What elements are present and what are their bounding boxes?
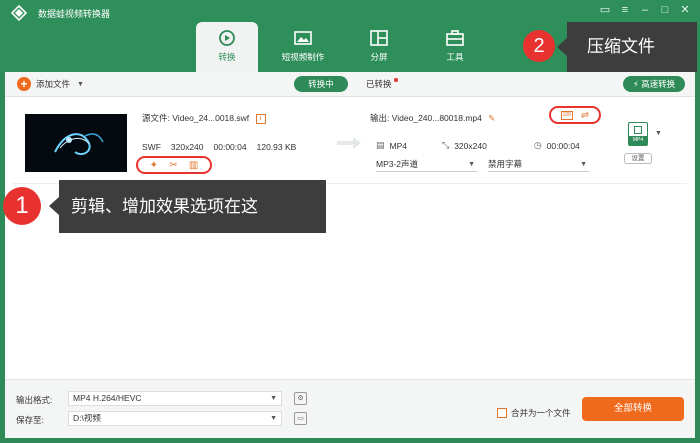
- tab-converted[interactable]: 已转换: [366, 78, 398, 90]
- source-duration: 00:00:04: [213, 142, 247, 152]
- save-to-select[interactable]: D:\视频 ▼: [68, 411, 282, 426]
- resize-icon: ⤡: [442, 140, 450, 150]
- output-filename: Video_240...80018.mp4: [391, 113, 482, 123]
- format-badge-label: MP4: [629, 136, 647, 145]
- video-thumbnail[interactable]: [25, 114, 127, 172]
- convert-all-button[interactable]: 全部转换: [582, 397, 684, 421]
- tab-tools-label: 工具: [446, 52, 464, 62]
- source-label: 源文件:: [142, 113, 170, 123]
- high-speed-convert-button[interactable]: ⚡ 高速转换: [623, 76, 685, 92]
- audio-track-select[interactable]: MP3-2声道 ▼: [376, 158, 477, 172]
- chat-icon[interactable]: ▭: [598, 3, 612, 17]
- tab-short-video-label: 短视频制作: [281, 52, 325, 62]
- tab-split-screen[interactable]: 分屏: [348, 22, 410, 72]
- window-bottom-border: [0, 438, 700, 443]
- merge-option[interactable]: 合并为一个文件: [497, 407, 571, 419]
- source-meta: SWF 320x240 00:00:04 120.93 KB: [142, 142, 296, 152]
- output-format-label: 输出格式:: [16, 395, 53, 405]
- chevron-down-icon: ▼: [580, 161, 587, 168]
- plus-icon: +: [17, 77, 31, 91]
- subtitle-value: 禁用字幕: [488, 159, 523, 169]
- chevron-down-icon[interactable]: ▼: [655, 130, 662, 137]
- chevron-down-icon: ▼: [270, 395, 277, 402]
- output-format-meta: ▤ MP4: [376, 140, 407, 151]
- tab-short-video[interactable]: 短视频制作: [272, 22, 334, 72]
- main-nav-tabs: 转换 短视频制作 分屏 工具: [196, 22, 500, 72]
- info-icon[interactable]: i: [255, 113, 266, 124]
- video-file-icon: [634, 126, 642, 134]
- tab-converting[interactable]: 转换中: [294, 76, 348, 92]
- app-logo-icon: [11, 5, 27, 21]
- edit-options-group: ✦ ✂ ▥: [136, 156, 212, 174]
- format-settings-icon[interactable]: ⚙: [294, 392, 307, 405]
- compress-icon[interactable]: 108: [560, 110, 573, 120]
- trim-icon[interactable]: ▥: [189, 160, 198, 171]
- chevron-down-icon[interactable]: ▼: [77, 81, 84, 88]
- arrow-right-icon: [337, 137, 361, 149]
- settings-button[interactable]: 设置: [624, 153, 652, 164]
- source-resolution: 320x240: [170, 142, 204, 152]
- output-file-info: 输出: Video_240...80018.mp4 ✎: [370, 112, 495, 124]
- output-label: 输出:: [370, 113, 390, 123]
- save-to-value: D:\视频: [73, 413, 101, 423]
- compress-controls-group: 108 ⇌: [549, 106, 601, 124]
- footer: 输出格式: MP4 H.264/HEVC ▼ ⚙ 保存至: D:\视频 ▼ ▭ …: [5, 379, 695, 438]
- close-icon[interactable]: ✕: [678, 3, 692, 17]
- output-resolution: 320x240: [454, 140, 487, 151]
- file-item: 源文件: Video_24...0018.swf i SWF 320x240 0…: [13, 104, 687, 184]
- split-adjust-icon[interactable]: ⇌: [581, 110, 589, 121]
- add-file-button[interactable]: + 添加文件 ▼: [17, 77, 84, 91]
- tab-convert[interactable]: 转换: [196, 22, 258, 72]
- subtitle-select[interactable]: 禁用字幕 ▼: [488, 158, 589, 172]
- add-file-label: 添加文件: [36, 79, 71, 89]
- effects-wand-icon[interactable]: ✦: [150, 160, 158, 171]
- callout-2-text: 压缩文件: [557, 22, 697, 72]
- source-filename: Video_24...0018.swf: [172, 113, 250, 123]
- callout-1-text: 剪辑、增加效果选项在这: [49, 180, 326, 233]
- folder-icon[interactable]: ▭: [294, 412, 307, 425]
- tab-convert-label: 转换: [218, 52, 236, 62]
- app-title: 数据蛙视频转换器: [38, 9, 111, 19]
- merge-label: 合并为一个文件: [511, 408, 571, 418]
- cut-scissors-icon[interactable]: ✂: [169, 160, 177, 171]
- output-format-badge[interactable]: MP4: [628, 122, 648, 146]
- output-resolution-meta: ⤡ 320x240: [442, 140, 487, 151]
- audio-track-value: MP3-2声道: [376, 159, 419, 169]
- output-meta: ▤ MP4 ⤡ 320x240 ◷ 00:00:04: [370, 140, 580, 151]
- source-size: 120.93 KB: [256, 142, 297, 152]
- output-format: MP4: [389, 140, 407, 151]
- photo-icon: [294, 31, 312, 45]
- toolbar: + 添加文件 ▼ 转换中 已转换 ⚡ 高速转换: [5, 72, 695, 97]
- output-duration-meta: ◷ 00:00:04: [534, 140, 580, 151]
- save-to-label: 保存至:: [16, 415, 44, 425]
- split-screen-icon: [370, 30, 388, 46]
- lightning-icon: ⚡: [632, 79, 639, 89]
- callout-1-number: 1: [3, 187, 41, 225]
- tab-split-screen-label: 分屏: [370, 52, 388, 62]
- tab-converted-label: 已转换: [366, 79, 392, 89]
- output-format-value: MP4 H.264/HEVC: [73, 393, 142, 403]
- callout-2-number: 2: [523, 30, 555, 62]
- pencil-icon[interactable]: ✎: [488, 113, 495, 123]
- output-format-select[interactable]: MP4 H.264/HEVC ▼: [68, 391, 282, 406]
- toolbox-icon: [446, 30, 464, 46]
- main-panel: + 添加文件 ▼ 转换中 已转换 ⚡ 高速转换 源文件: Video_24...…: [5, 72, 695, 438]
- chevron-down-icon: ▼: [468, 161, 475, 168]
- notification-dot: [393, 78, 398, 82]
- maximize-icon[interactable]: □: [658, 3, 672, 17]
- menu-icon[interactable]: ≡: [618, 3, 632, 17]
- chevron-down-icon: ▼: [270, 415, 277, 422]
- minimize-icon[interactable]: –: [638, 3, 652, 17]
- high-speed-label: 高速转换: [641, 79, 676, 89]
- convert-icon: [219, 30, 235, 46]
- merge-checkbox[interactable]: [497, 408, 507, 418]
- source-format: SWF: [142, 142, 161, 152]
- clock-icon: ◷: [533, 140, 542, 150]
- source-file-info: 源文件: Video_24...0018.swf i: [142, 112, 266, 124]
- film-icon: ▤: [376, 140, 385, 150]
- window-controls: ▭ ≡ – □ ✕: [598, 3, 692, 17]
- tab-tools[interactable]: 工具: [424, 22, 486, 72]
- output-duration: 00:00:04: [546, 140, 580, 151]
